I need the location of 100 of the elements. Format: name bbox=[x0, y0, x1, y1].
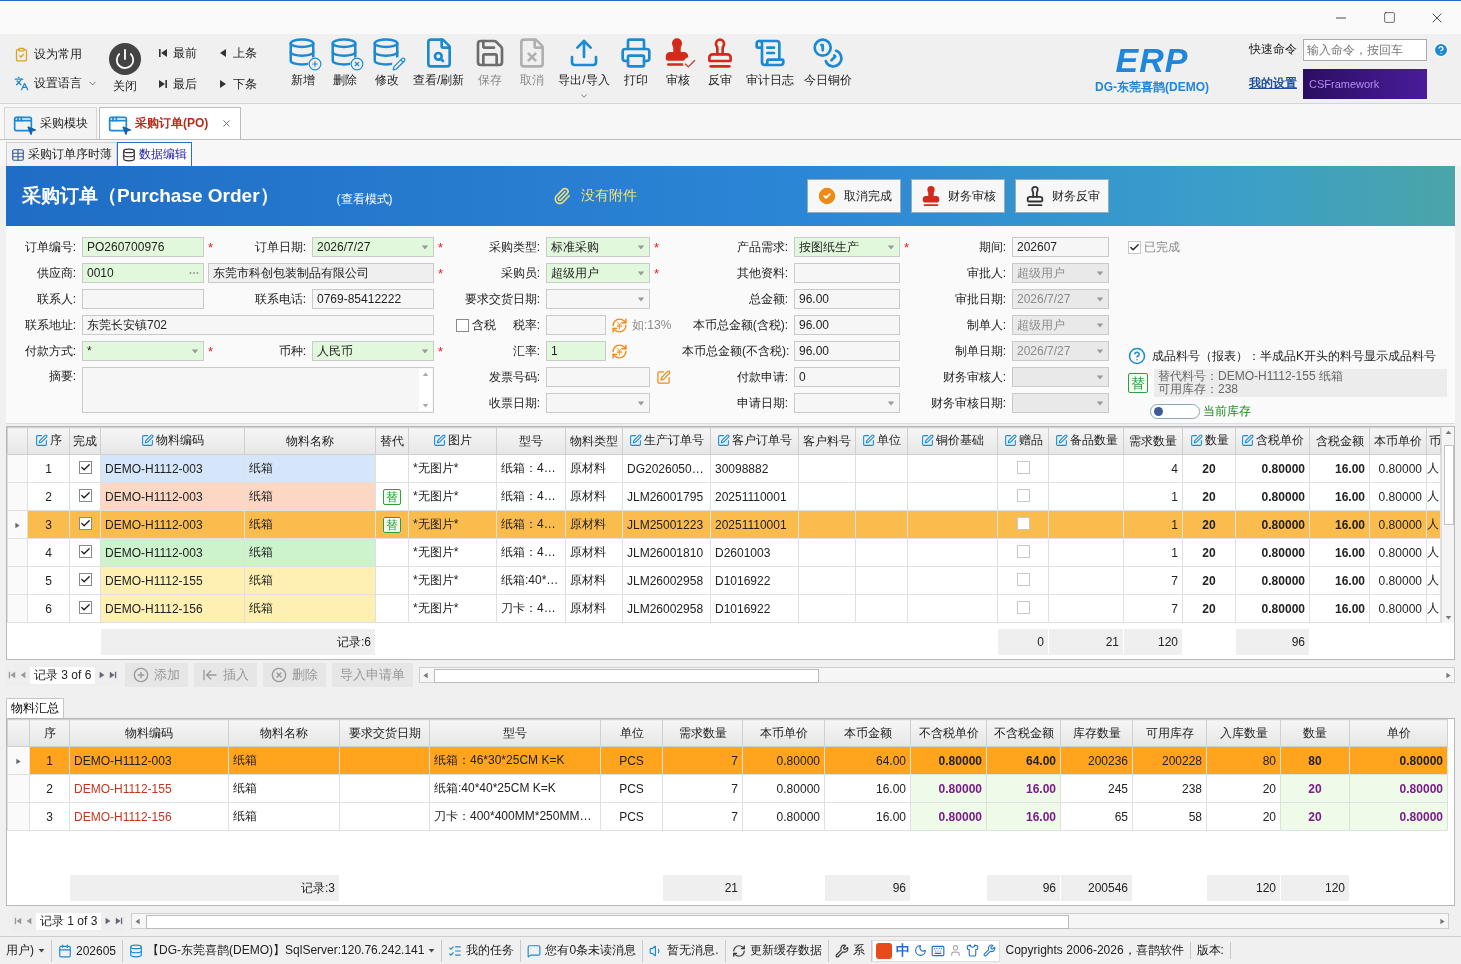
column-header[interactable]: 物料类型 bbox=[565, 427, 623, 455]
column-header[interactable]: 完成 bbox=[69, 427, 101, 455]
table-row[interactable]: 5 DEMO-H1112-155 纸箱 *无图片* 纸箱:40*… 原材料 JLM26002958 D1016922 7 20 0.80000 16.00 0.80000 人 bbox=[7, 566, 1441, 595]
horizontal-scrollbar[interactable] bbox=[131, 913, 1449, 929]
column-header[interactable]: 物料名称 bbox=[228, 719, 340, 747]
document-tab[interactable]: 采购模块 bbox=[4, 107, 97, 139]
help-icon[interactable] bbox=[1433, 41, 1449, 58]
column-header[interactable]: 序 bbox=[27, 427, 70, 455]
column-header[interactable]: 型号 bbox=[429, 719, 601, 747]
promo-banner[interactable]: CSFramework bbox=[1303, 68, 1427, 99]
status-item[interactable]: 系 bbox=[828, 939, 872, 962]
ribbon-button[interactable]: 查看/刷新 bbox=[408, 37, 470, 100]
panel-tab[interactable]: 物料汇总 bbox=[6, 698, 64, 718]
input-field[interactable]: 0 bbox=[794, 367, 900, 387]
vertical-scrollbar[interactable] bbox=[1441, 427, 1454, 623]
status-item[interactable]: 您有0条未读消息 bbox=[521, 939, 644, 962]
input-field[interactable]: 96.00 bbox=[794, 341, 900, 361]
column-header[interactable]: 本币单价 bbox=[742, 719, 825, 747]
dropdown-field[interactable]: 2026/7/27 bbox=[312, 237, 434, 257]
dropdown-field[interactable]: 按图纸生产 bbox=[794, 237, 900, 257]
dropdown-field[interactable]: 人民币 bbox=[312, 341, 434, 361]
column-header[interactable]: 本币金额 bbox=[824, 719, 911, 747]
ribbon-button[interactable]: 关闭 bbox=[104, 42, 146, 95]
column-header[interactable]: 入库数量 bbox=[1206, 719, 1281, 747]
column-header[interactable]: 物料编码 bbox=[100, 427, 245, 455]
table-row[interactable]: 1 DEMO-H1112-003 纸箱 纸箱：46*30*25CM K=K PCS 7 0.80000 64.00 0.80000 64.00 200236 200228 80 80 0.80000 bbox=[7, 746, 1448, 775]
view-tab[interactable]: 采购订单序时薄 bbox=[6, 142, 117, 166]
table-row[interactable]: 4 DEMO-H1112-003 纸箱 *无图片* 纸箱：4… 原材料 JLM26001810 D2601003 1 20 0.80000 16.00 0.80000 人 bbox=[7, 538, 1441, 567]
column-header[interactable]: 单价 bbox=[1349, 719, 1448, 747]
dropdown-field[interactable]: * bbox=[82, 341, 204, 361]
input-field[interactable] bbox=[794, 263, 900, 283]
ribbon-button[interactable]: 反审 bbox=[698, 37, 741, 100]
dropdown-field[interactable]: 超级用户 bbox=[546, 263, 650, 283]
ribbon-button[interactable]: 最后 bbox=[158, 75, 218, 93]
table-row[interactable]: 2 DEMO-H1112-003 纸箱 替 *无图片* 纸箱：4… 原材料 JLM26001795 20251110001 1 20 0.80000 16.00 0.80000 人 bbox=[7, 482, 1441, 511]
input-field[interactable] bbox=[546, 367, 650, 387]
memo-field[interactable] bbox=[82, 367, 434, 413]
lookup-field[interactable]: 0010 bbox=[82, 263, 204, 283]
table-row[interactable]: 3 DEMO-H1112-003 纸箱 替 *无图片* 纸箱：4… 原材料 JLM25001223 20251110001 1 20 0.80000 16.00 0.80000 人 bbox=[7, 510, 1441, 539]
column-header[interactable]: 客户订单号 bbox=[710, 427, 799, 455]
checkbox[interactable] bbox=[78, 461, 92, 474]
view-tab[interactable]: 数据编辑 bbox=[117, 142, 192, 166]
checkbox[interactable] bbox=[1016, 544, 1030, 558]
status-item[interactable]: 用户) bbox=[0, 939, 52, 962]
column-header[interactable]: 含税金额 bbox=[1309, 427, 1370, 455]
input-field[interactable]: PO260700976 bbox=[82, 237, 204, 257]
table-row[interactable]: 3 DEMO-H1112-156 纸箱 刀卡：400*400MM*250MM… PCS 7 0.80000 16.00 0.80000 16.00 65 58 20 20 0.80000 bbox=[7, 802, 1448, 831]
column-header[interactable]: 铜价基础 bbox=[907, 427, 998, 455]
ime-toolbar[interactable]: 中 bbox=[871, 939, 1000, 962]
column-header[interactable]: 生产订单号 bbox=[622, 427, 711, 455]
ribbon-button[interactable]: 导出/导入 bbox=[553, 37, 615, 100]
action-button[interactable]: 取消完成 bbox=[806, 179, 901, 213]
checkbox[interactable] bbox=[1016, 572, 1030, 586]
column-header[interactable]: 本币单价 bbox=[1369, 427, 1427, 455]
column-header[interactable]: 客户料号 bbox=[798, 427, 856, 455]
dropdown-field[interactable]: 标准采购 bbox=[546, 237, 650, 257]
ribbon-button[interactable]: 打印 bbox=[614, 37, 657, 100]
action-button[interactable]: 财务审核 bbox=[910, 179, 1005, 213]
dropdown-field[interactable] bbox=[794, 393, 900, 413]
column-header[interactable]: 图片 bbox=[408, 427, 497, 455]
input-field[interactable]: 96.00 bbox=[794, 315, 900, 335]
checkbox[interactable] bbox=[78, 489, 92, 502]
column-header[interactable]: 库存数量 bbox=[1060, 719, 1133, 747]
input-field[interactable]: 202607 bbox=[1012, 237, 1109, 257]
input-field[interactable] bbox=[82, 289, 204, 309]
stock-switch[interactable] bbox=[1150, 404, 1200, 419]
status-item[interactable]: 202605 bbox=[52, 939, 124, 962]
checkbox[interactable] bbox=[1016, 460, 1030, 474]
ribbon-button[interactable]: 今日铜价 bbox=[798, 37, 857, 100]
ribbon-button[interactable]: 下条 bbox=[218, 75, 274, 93]
column-header[interactable]: 物料名称 bbox=[244, 427, 376, 455]
column-header[interactable]: 数量 bbox=[1280, 719, 1350, 747]
close-icon[interactable] bbox=[221, 118, 233, 129]
checkbox[interactable] bbox=[78, 545, 92, 558]
dropdown-field[interactable] bbox=[546, 393, 650, 413]
column-header[interactable]: 不含税金额 bbox=[986, 719, 1061, 747]
ribbon-button[interactable]: 上条 bbox=[218, 44, 274, 62]
checkbox[interactable] bbox=[78, 601, 92, 614]
input-field[interactable] bbox=[546, 315, 606, 335]
ribbon-button[interactable]: 删除 bbox=[324, 37, 366, 100]
checkbox[interactable] bbox=[1016, 516, 1030, 530]
column-header[interactable]: 物料编码 bbox=[69, 719, 229, 747]
input-field[interactable]: 东莞长安镇702 bbox=[82, 315, 434, 335]
dropdown-field[interactable] bbox=[546, 289, 650, 309]
column-header[interactable]: 序 bbox=[29, 719, 70, 747]
ribbon-button[interactable]: 审计日志 bbox=[740, 37, 799, 100]
input-field[interactable]: 1 bbox=[546, 341, 606, 361]
column-header[interactable]: 备品数量 bbox=[1048, 427, 1124, 455]
ribbon-button[interactable]: 最前 bbox=[158, 44, 218, 62]
settings-link[interactable]: 我的设置 bbox=[1249, 75, 1297, 92]
document-tab[interactable]: 采购订单(PO) bbox=[99, 107, 242, 139]
checkbox[interactable] bbox=[1016, 488, 1030, 502]
column-header[interactable]: 可用库存 bbox=[1132, 719, 1207, 747]
column-header[interactable]: 需求数量 bbox=[662, 719, 743, 747]
column-header[interactable]: 数量 bbox=[1182, 427, 1236, 455]
input-field[interactable]: 0769-85412222 bbox=[312, 289, 434, 309]
ribbon-button[interactable]: 设置语言 bbox=[14, 74, 104, 92]
column-header[interactable]: 单位 bbox=[600, 719, 663, 747]
ribbon-button[interactable]: 修改 bbox=[366, 37, 408, 100]
checkbox[interactable] bbox=[78, 573, 92, 586]
